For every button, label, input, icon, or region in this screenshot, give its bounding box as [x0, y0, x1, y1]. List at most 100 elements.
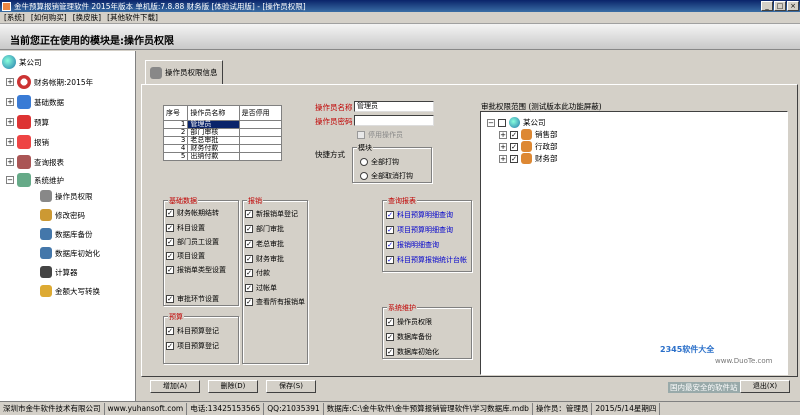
- expand-icon[interactable]: +: [6, 98, 14, 106]
- perm-checkbox[interactable]: ✓ 科目预算报销统计台帐: [386, 255, 467, 265]
- row-disabled[interactable]: [238, 120, 283, 129]
- perm-checkbox[interactable]: ✓ 过帐单: [245, 283, 277, 293]
- expand-icon[interactable]: +: [499, 154, 507, 163]
- perm-checkbox[interactable]: ✓ 数据库备份: [386, 332, 432, 342]
- perm-checkbox[interactable]: ✓ 报销明细查询: [386, 240, 439, 250]
- sidebar-item-reimburse[interactable]: + 报销: [6, 135, 49, 149]
- disable-operator-checkbox[interactable]: 停用操作员: [357, 130, 403, 140]
- checkbox-box[interactable]: ✓: [166, 238, 174, 246]
- perm-checkbox[interactable]: ✓ 科目设置: [166, 223, 205, 233]
- radio-circle[interactable]: [360, 158, 368, 166]
- collapse-icon[interactable]: −: [6, 176, 14, 184]
- perm-checkbox[interactable]: ✓ 付款: [245, 268, 270, 278]
- checkbox-box[interactable]: ✓: [245, 255, 253, 263]
- perm-checkbox[interactable]: ✓ 项目预算明细查询: [386, 225, 453, 235]
- checkbox-box[interactable]: ✓: [386, 333, 394, 341]
- row-name[interactable]: 出纳付款: [187, 152, 240, 161]
- scope-dept[interactable]: + ✓ 财务部: [499, 153, 558, 164]
- menu-system[interactable]: [系统]: [4, 12, 25, 23]
- expand-icon[interactable]: +: [499, 130, 507, 139]
- checkbox-box[interactable]: ✓: [510, 130, 518, 139]
- delete-button[interactable]: 删除(D): [208, 380, 258, 393]
- checkbox-box[interactable]: [498, 118, 506, 127]
- menu-purchase[interactable]: [如何购买]: [31, 12, 67, 23]
- table-row[interactable]: 5 出纳付款: [162, 152, 283, 161]
- sidebar-sub-backup[interactable]: 数据库备份: [40, 228, 93, 240]
- radio-deselect-all[interactable]: 全部取消打钩: [360, 171, 413, 181]
- perm-checkbox[interactable]: ✓ 财务帐期结转: [166, 208, 219, 218]
- sidebar-item-reports[interactable]: + 查询报表: [6, 155, 64, 169]
- save-button[interactable]: 保存(S): [266, 380, 316, 393]
- perm-checkbox[interactable]: ✓ 审批环节设置: [166, 294, 219, 304]
- sidebar-root[interactable]: 某公司: [2, 55, 42, 69]
- perm-checkbox[interactable]: ✓ 科目预算登记: [166, 326, 219, 336]
- minimize-button[interactable]: _: [761, 1, 773, 11]
- radio-circle[interactable]: [360, 172, 368, 180]
- checkbox-box[interactable]: ✓: [245, 298, 253, 306]
- menu-skin[interactable]: [换皮肤]: [73, 12, 101, 23]
- checkbox-box[interactable]: [357, 131, 365, 139]
- perm-checkbox[interactable]: ✓ 查看所有报销单: [245, 297, 305, 307]
- sidebar-item-budget[interactable]: + 预算: [6, 115, 49, 129]
- perm-checkbox[interactable]: ✓ 部门审批: [245, 224, 284, 234]
- operator-password-field[interactable]: [354, 115, 434, 126]
- row-disabled[interactable]: [238, 128, 283, 137]
- checkbox-box[interactable]: ✓: [245, 269, 253, 277]
- row-disabled[interactable]: [238, 136, 283, 145]
- checkbox-box[interactable]: ✓: [245, 284, 253, 292]
- menu-other-software[interactable]: [其他软件下载]: [107, 12, 158, 23]
- sidebar-sub-operator[interactable]: 操作员权限: [40, 190, 93, 202]
- checkbox-box[interactable]: ✓: [386, 211, 394, 219]
- checkbox-box[interactable]: ✓: [386, 318, 394, 326]
- perm-checkbox[interactable]: ✓ 新报销单登记: [245, 209, 298, 219]
- checkbox-box[interactable]: ✓: [386, 348, 394, 356]
- expand-icon[interactable]: +: [6, 78, 14, 86]
- perm-checkbox[interactable]: ✓ 报销单类型设置: [166, 265, 226, 275]
- perm-checkbox[interactable]: ✓ 科目预算明细查询: [386, 210, 453, 220]
- scope-dept[interactable]: + ✓ 行政部: [499, 141, 558, 152]
- checkbox-box[interactable]: ✓: [386, 256, 394, 264]
- add-button[interactable]: 增加(A): [150, 380, 200, 393]
- checkbox-box[interactable]: ✓: [245, 210, 253, 218]
- scope-root[interactable]: − 某公司: [487, 117, 546, 128]
- exit-button[interactable]: 退出(X): [740, 380, 790, 393]
- checkbox-box[interactable]: ✓: [166, 209, 174, 217]
- checkbox-box[interactable]: ✓: [510, 154, 518, 163]
- checkbox-box[interactable]: ✓: [386, 226, 394, 234]
- checkbox-box[interactable]: ✓: [386, 241, 394, 249]
- perm-checkbox[interactable]: ✓ 老总审批: [245, 239, 284, 249]
- tab-operator-permissions[interactable]: 操作员权限信息: [145, 60, 223, 84]
- sidebar-item-sysmaint[interactable]: − 系统维护: [6, 173, 64, 187]
- expand-icon[interactable]: +: [6, 118, 14, 126]
- perm-checkbox[interactable]: ✓ 项目预算登记: [166, 341, 219, 351]
- maximize-button[interactable]: □: [774, 1, 786, 11]
- sidebar-item-period[interactable]: + 财务帐期:2015年: [6, 75, 93, 89]
- scope-dept[interactable]: + ✓ 销售部: [499, 129, 558, 140]
- sidebar-sub-init[interactable]: 数据库初始化: [40, 247, 100, 259]
- perm-checkbox[interactable]: ✓ 数据库初始化: [386, 347, 439, 357]
- close-button[interactable]: ×: [787, 1, 799, 11]
- sidebar-sub-password[interactable]: 修改密码: [40, 209, 85, 221]
- perm-checkbox[interactable]: ✓ 项目设置: [166, 251, 205, 261]
- expand-icon[interactable]: +: [6, 138, 14, 146]
- collapse-icon[interactable]: −: [487, 118, 495, 127]
- checkbox-box[interactable]: ✓: [166, 224, 174, 232]
- expand-icon[interactable]: +: [499, 142, 507, 151]
- checkbox-box[interactable]: ✓: [166, 266, 174, 274]
- row-disabled[interactable]: [238, 144, 283, 153]
- checkbox-box[interactable]: ✓: [166, 342, 174, 350]
- radio-select-all[interactable]: 全部打钩: [360, 157, 399, 167]
- sidebar-item-basic[interactable]: + 基础数据: [6, 95, 64, 109]
- perm-checkbox[interactable]: ✓ 部门员工设置: [166, 237, 219, 247]
- expand-icon[interactable]: +: [6, 158, 14, 166]
- checkbox-box[interactable]: ✓: [166, 295, 174, 303]
- sidebar-sub-calculator[interactable]: 计算器: [40, 266, 78, 278]
- perm-checkbox[interactable]: ✓ 操作员权限: [386, 317, 432, 327]
- row-disabled[interactable]: [238, 152, 283, 161]
- checkbox-box[interactable]: ✓: [166, 327, 174, 335]
- perm-checkbox[interactable]: ✓ 财务审批: [245, 254, 284, 264]
- checkbox-box[interactable]: ✓: [245, 240, 253, 248]
- checkbox-box[interactable]: ✓: [245, 225, 253, 233]
- operator-name-field[interactable]: 管理员: [354, 101, 434, 112]
- checkbox-box[interactable]: ✓: [510, 142, 518, 151]
